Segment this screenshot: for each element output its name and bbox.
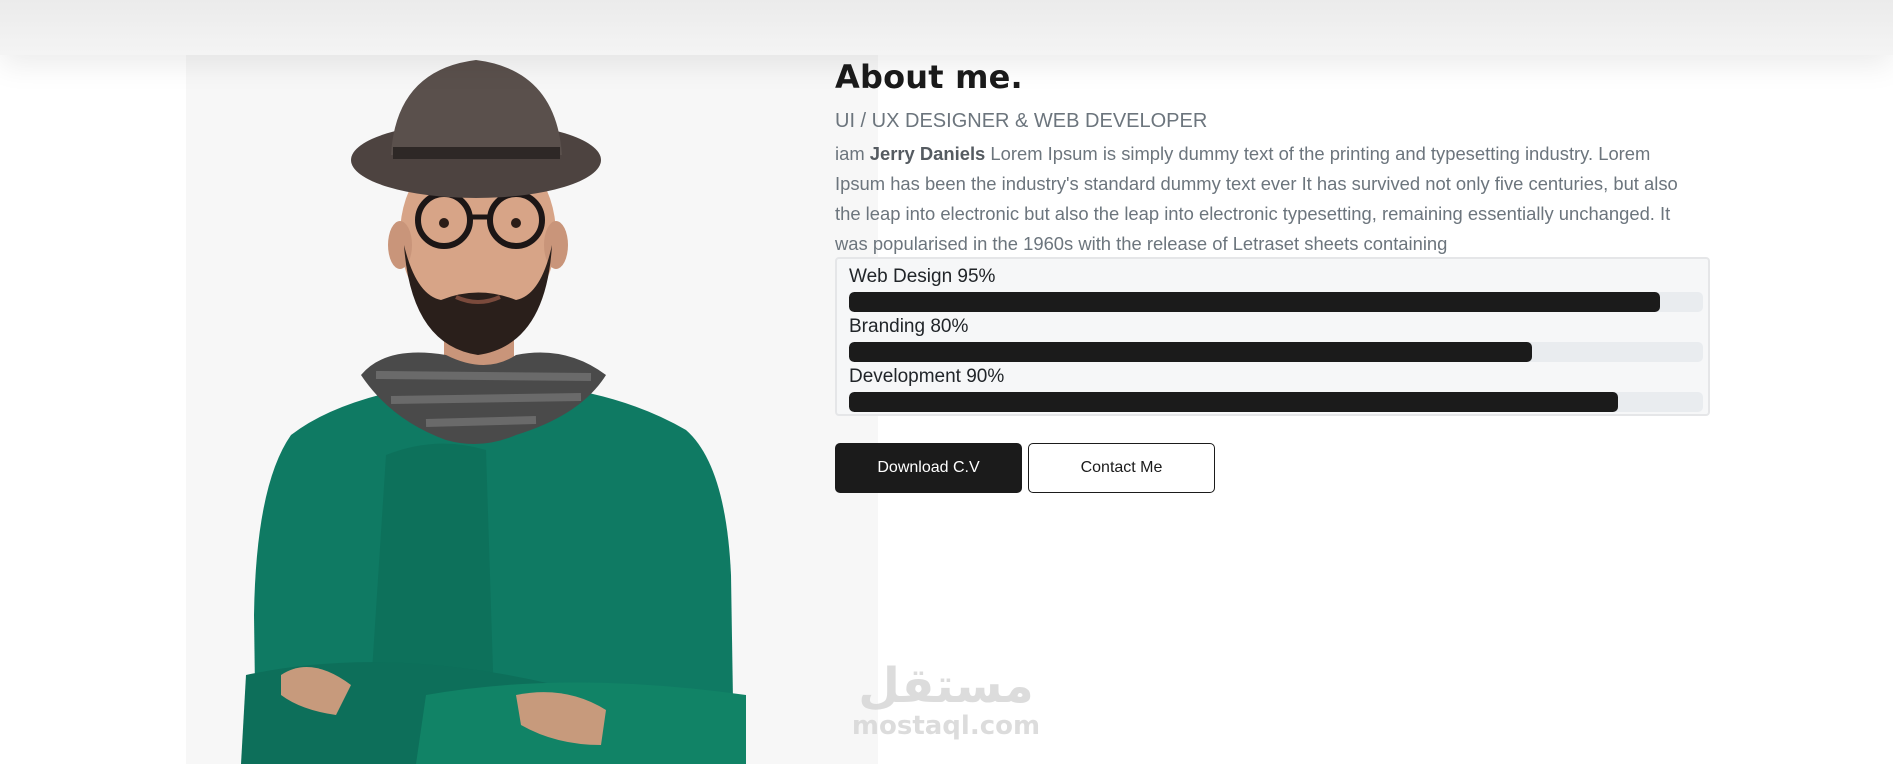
bio-prefix: iam <box>835 143 870 164</box>
skill-branding: Branding 80% <box>849 316 1703 362</box>
job-subtitle: UI / UX DESIGNER & WEB DEVELOPER <box>835 110 1208 132</box>
mostaql-watermark-logo: مستقل mostaql.com <box>846 660 1046 740</box>
profile-photo <box>186 55 878 764</box>
progress-fill <box>849 292 1661 312</box>
progress-track <box>849 392 1703 412</box>
skill-web-design: Web Design 95% <box>849 266 1703 312</box>
progress-track <box>849 292 1703 312</box>
skills-panel: Web Design 95% Branding 80% Development … <box>835 257 1710 416</box>
skill-label: Development 90% <box>849 366 1005 387</box>
skill-label: Web Design 95% <box>849 266 996 287</box>
contact-me-button[interactable]: Contact Me <box>1028 443 1215 493</box>
download-cv-button[interactable]: Download C.V <box>835 443 1022 493</box>
watermark-latin: mostaql.com <box>851 711 1041 741</box>
progress-track <box>849 342 1703 362</box>
skill-label: Branding 80% <box>849 316 969 337</box>
watermark-arabic: مستقل <box>858 658 1034 714</box>
progress-fill <box>849 392 1618 412</box>
skill-development: Development 90% <box>849 366 1703 412</box>
page-title: About me. <box>835 58 1023 96</box>
bio-paragraph: iam Jerry Daniels Lorem Ipsum is simply … <box>835 139 1705 259</box>
top-navbar <box>0 0 1893 55</box>
progress-fill <box>849 342 1533 362</box>
person-name: Jerry Daniels <box>869 143 986 164</box>
